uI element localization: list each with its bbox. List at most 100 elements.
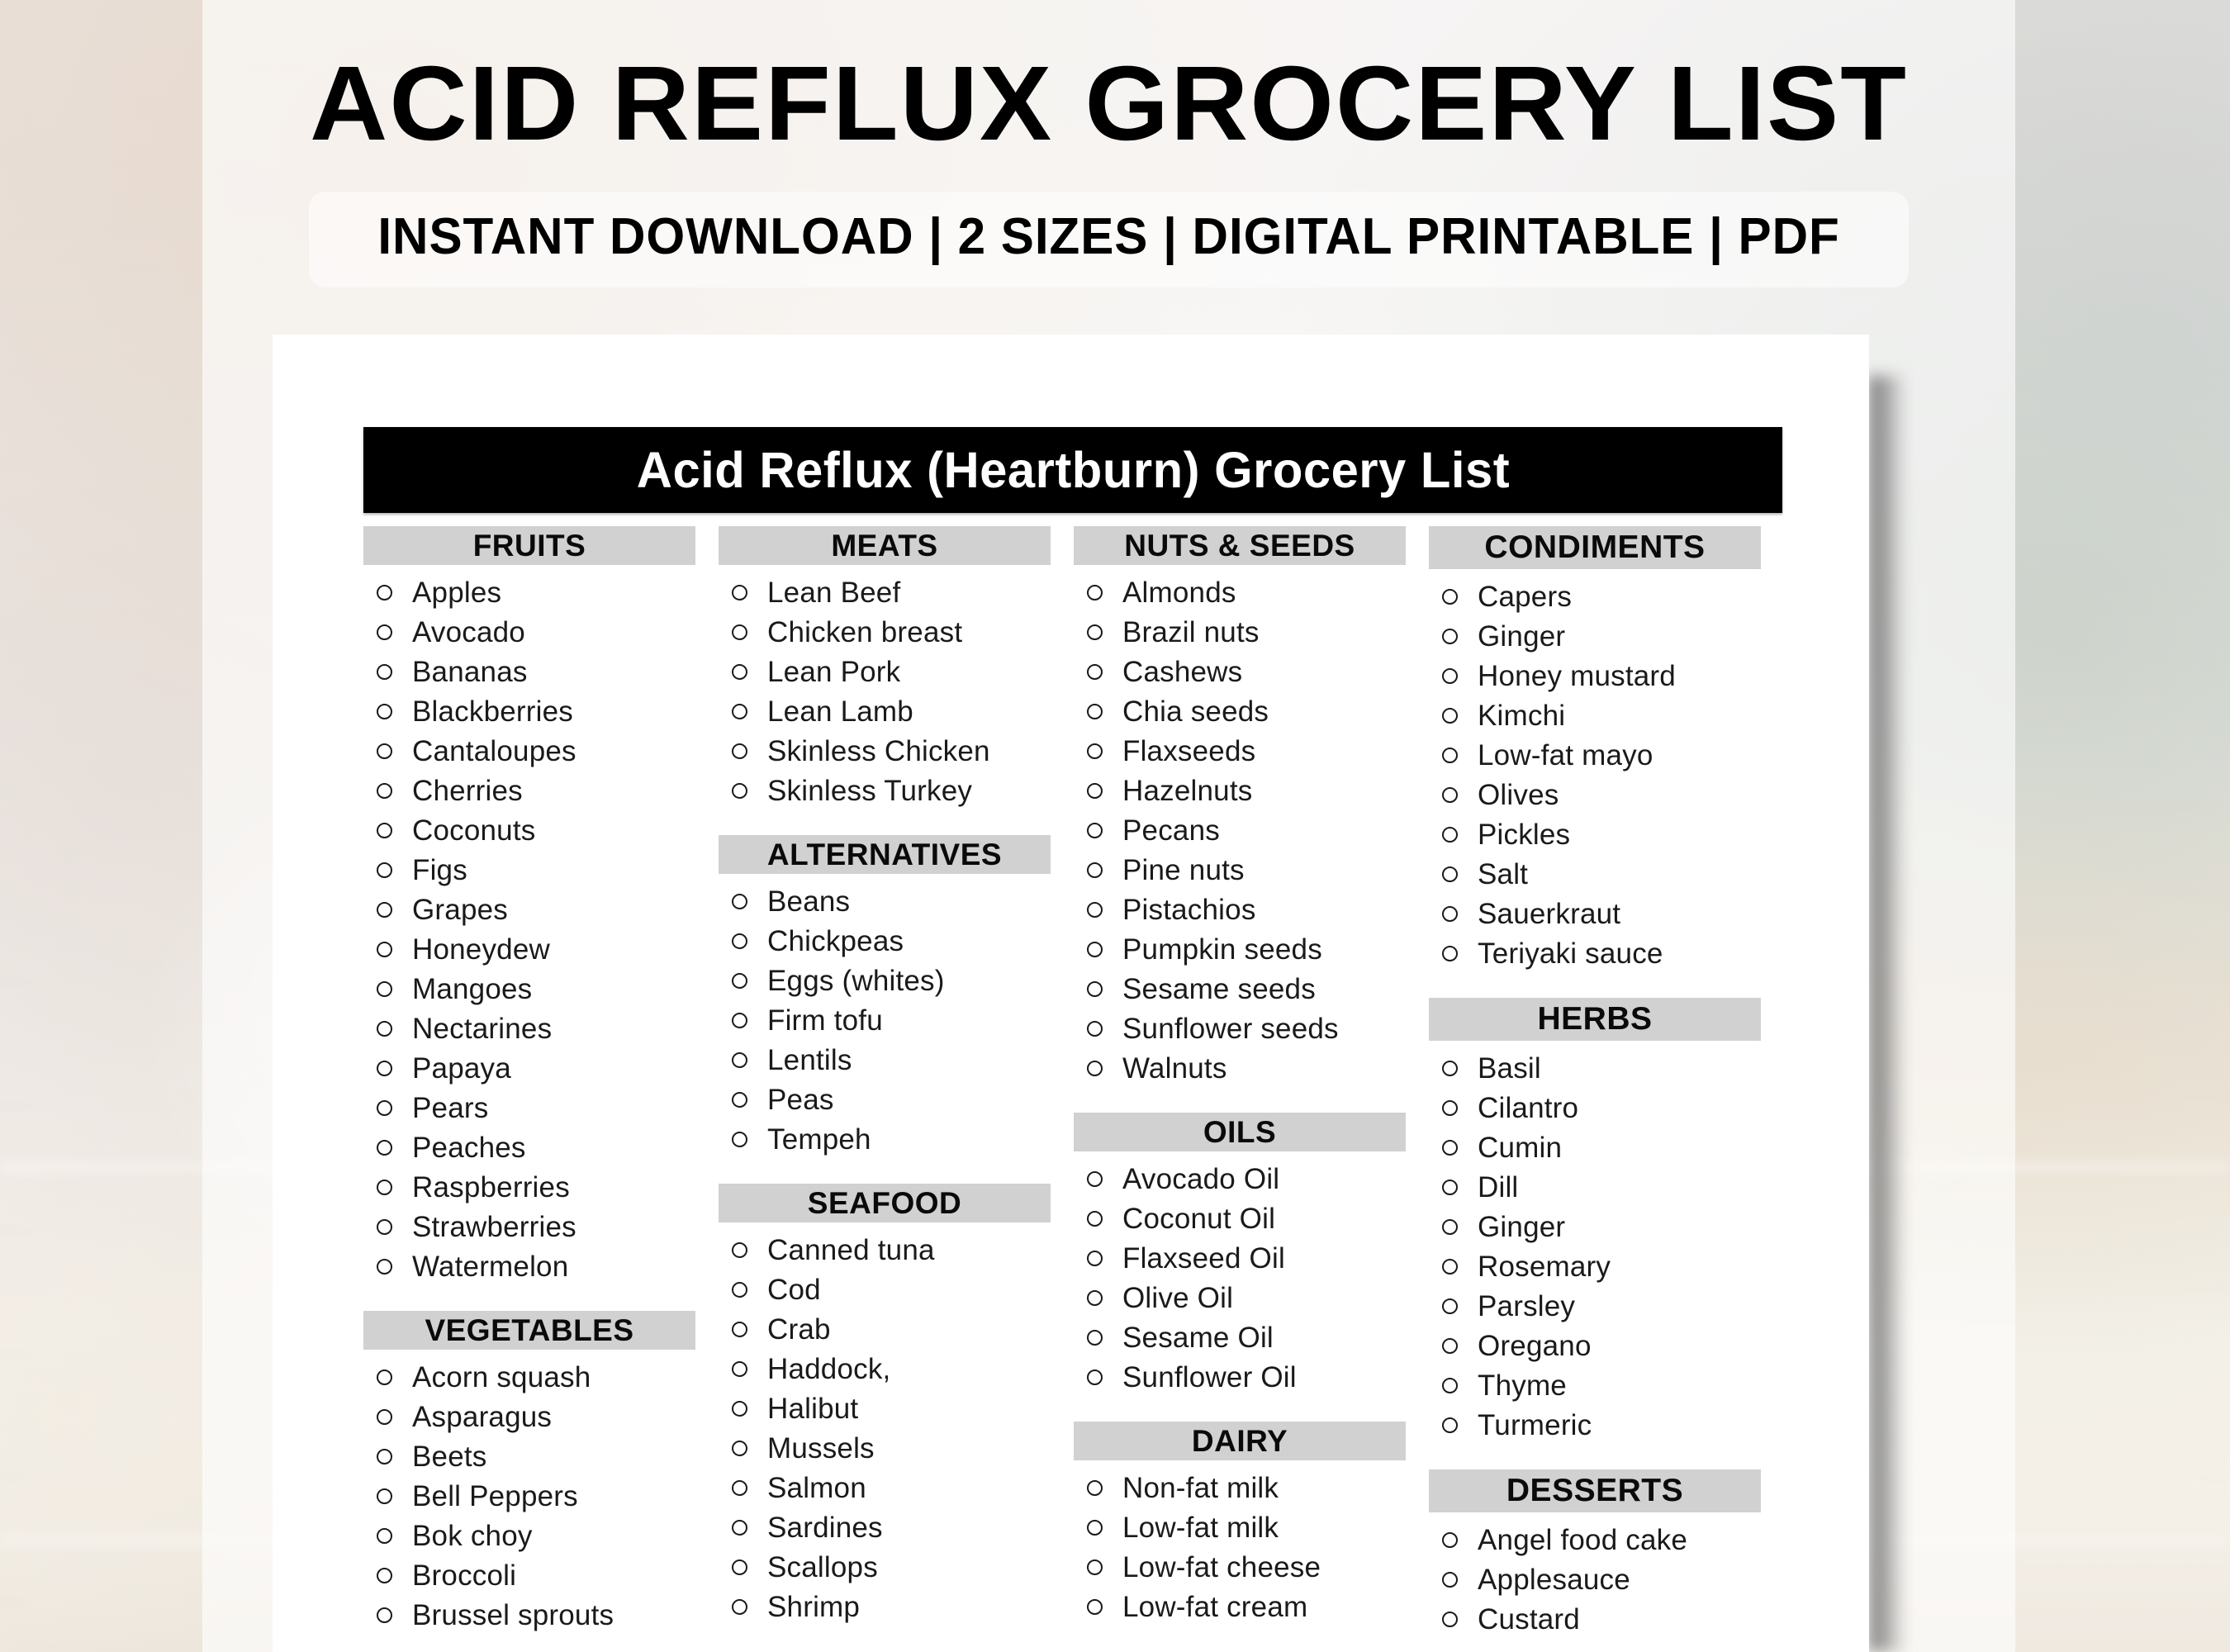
list-item[interactable]: Avocado <box>363 612 719 652</box>
list-item[interactable]: Brazil nuts <box>1074 612 1429 652</box>
checkbox-circle-icon[interactable] <box>377 1607 392 1623</box>
list-item[interactable]: Chicken breast <box>719 612 1074 652</box>
checkbox-circle-icon[interactable] <box>377 1408 392 1425</box>
checkbox-circle-icon[interactable] <box>1087 1060 1103 1076</box>
checkbox-circle-icon[interactable] <box>732 1131 747 1147</box>
checkbox-circle-icon[interactable] <box>732 933 747 949</box>
list-item[interactable]: Flaxseeds <box>1074 731 1429 771</box>
list-item[interactable]: Asparagus <box>363 1397 719 1436</box>
checkbox-circle-icon[interactable] <box>1087 1598 1103 1615</box>
list-item[interactable]: Pickles <box>1429 814 1817 854</box>
checkbox-circle-icon[interactable] <box>377 584 392 601</box>
checkbox-circle-icon[interactable] <box>1442 1218 1458 1235</box>
checkbox-circle-icon[interactable] <box>732 1091 747 1108</box>
checkbox-circle-icon[interactable] <box>377 1567 392 1583</box>
list-item[interactable]: Kimchi <box>1429 695 1817 735</box>
list-item[interactable]: Scallops <box>719 1547 1074 1587</box>
checkbox-circle-icon[interactable] <box>732 1321 747 1337</box>
list-item[interactable]: Peas <box>719 1080 1074 1119</box>
list-item[interactable]: Strawberries <box>363 1207 719 1246</box>
checkbox-circle-icon[interactable] <box>1087 1289 1103 1306</box>
list-item[interactable]: Eggs (whites) <box>719 961 1074 1000</box>
checkbox-circle-icon[interactable] <box>732 624 747 640</box>
list-item[interactable]: Almonds <box>1074 572 1429 612</box>
checkbox-circle-icon[interactable] <box>732 1440 747 1456</box>
checkbox-circle-icon[interactable] <box>732 1241 747 1258</box>
list-item[interactable]: Beets <box>363 1436 719 1476</box>
checkbox-circle-icon[interactable] <box>732 1360 747 1377</box>
checkbox-circle-icon[interactable] <box>732 1051 747 1068</box>
checkbox-circle-icon[interactable] <box>732 1519 747 1536</box>
list-item[interactable]: Crab <box>719 1309 1074 1349</box>
list-item[interactable]: Oregano <box>1429 1326 1817 1365</box>
list-item[interactable]: Applesauce <box>1429 1559 1817 1599</box>
list-item[interactable]: Brussel sprouts <box>363 1595 719 1635</box>
list-item[interactable]: Grapes <box>363 890 719 929</box>
checkbox-circle-icon[interactable] <box>732 1559 747 1575</box>
list-item[interactable]: Teriyaki sauce <box>1429 933 1817 973</box>
list-item[interactable]: Walnuts <box>1074 1048 1429 1088</box>
list-item[interactable]: Custard <box>1429 1599 1817 1639</box>
checkbox-circle-icon[interactable] <box>1087 822 1103 838</box>
checkbox-circle-icon[interactable] <box>1442 667 1458 684</box>
checkbox-circle-icon[interactable] <box>1087 663 1103 680</box>
list-item[interactable]: Salmon <box>719 1468 1074 1507</box>
list-item[interactable]: Honey mustard <box>1429 656 1817 695</box>
list-item[interactable]: Lentils <box>719 1040 1074 1080</box>
checkbox-circle-icon[interactable] <box>732 893 747 909</box>
checkbox-circle-icon[interactable] <box>1087 703 1103 719</box>
list-item[interactable]: Mangoes <box>363 969 719 1009</box>
checkbox-circle-icon[interactable] <box>1442 826 1458 843</box>
checkbox-circle-icon[interactable] <box>1442 1377 1458 1393</box>
checkbox-circle-icon[interactable] <box>377 1218 392 1235</box>
list-item[interactable]: Dill <box>1429 1167 1817 1207</box>
checkbox-circle-icon[interactable] <box>732 1479 747 1496</box>
checkbox-circle-icon[interactable] <box>732 584 747 601</box>
list-item[interactable]: Cod <box>719 1270 1074 1309</box>
list-item[interactable]: Honeydew <box>363 929 719 969</box>
list-item[interactable]: Pumpkin seeds <box>1074 929 1429 969</box>
list-item[interactable]: Peaches <box>363 1127 719 1167</box>
list-item[interactable]: Sesame Oil <box>1074 1317 1429 1357</box>
list-item[interactable]: Angel food cake <box>1429 1520 1817 1559</box>
list-item[interactable]: Broccoli <box>363 1555 719 1595</box>
list-item[interactable]: Figs <box>363 850 719 890</box>
checkbox-circle-icon[interactable] <box>377 941 392 957</box>
checkbox-circle-icon[interactable] <box>1087 1210 1103 1227</box>
list-item[interactable]: Coconuts <box>363 810 719 850</box>
checkbox-circle-icon[interactable] <box>377 782 392 799</box>
checkbox-circle-icon[interactable] <box>1087 1250 1103 1266</box>
list-item[interactable]: Haddock, <box>719 1349 1074 1389</box>
checkbox-circle-icon[interactable] <box>732 782 747 799</box>
list-item[interactable]: Canned tuna <box>719 1230 1074 1270</box>
checkbox-circle-icon[interactable] <box>1087 980 1103 997</box>
list-item[interactable]: Bananas <box>363 652 719 691</box>
checkbox-circle-icon[interactable] <box>1442 588 1458 605</box>
checkbox-circle-icon[interactable] <box>377 663 392 680</box>
list-item[interactable]: Firm tofu <box>719 1000 1074 1040</box>
checkbox-circle-icon[interactable] <box>1442 1531 1458 1548</box>
checkbox-circle-icon[interactable] <box>377 1179 392 1195</box>
checkbox-circle-icon[interactable] <box>732 743 747 759</box>
list-item[interactable]: Avocado Oil <box>1074 1159 1429 1199</box>
list-item[interactable]: Parsley <box>1429 1286 1817 1326</box>
checkbox-circle-icon[interactable] <box>732 1281 747 1298</box>
list-item[interactable]: Mussels <box>719 1428 1074 1468</box>
list-item[interactable]: Hazelnuts <box>1074 771 1429 810</box>
checkbox-circle-icon[interactable] <box>1087 624 1103 640</box>
checkbox-circle-icon[interactable] <box>1087 1369 1103 1385</box>
list-item[interactable]: Skinless Chicken <box>719 731 1074 771</box>
list-item[interactable]: Blackberries <box>363 691 719 731</box>
checkbox-circle-icon[interactable] <box>1442 1139 1458 1156</box>
checkbox-circle-icon[interactable] <box>1442 1417 1458 1433</box>
checkbox-circle-icon[interactable] <box>732 1598 747 1615</box>
checkbox-circle-icon[interactable] <box>1442 945 1458 961</box>
list-item[interactable]: Cantaloupes <box>363 731 719 771</box>
checkbox-circle-icon[interactable] <box>1442 786 1458 803</box>
checkbox-circle-icon[interactable] <box>377 1369 392 1385</box>
checkbox-circle-icon[interactable] <box>377 1020 392 1037</box>
checkbox-circle-icon[interactable] <box>1087 1519 1103 1536</box>
list-item[interactable]: Sardines <box>719 1507 1074 1547</box>
list-item[interactable]: Pecans <box>1074 810 1429 850</box>
list-item[interactable]: Cashews <box>1074 652 1429 691</box>
